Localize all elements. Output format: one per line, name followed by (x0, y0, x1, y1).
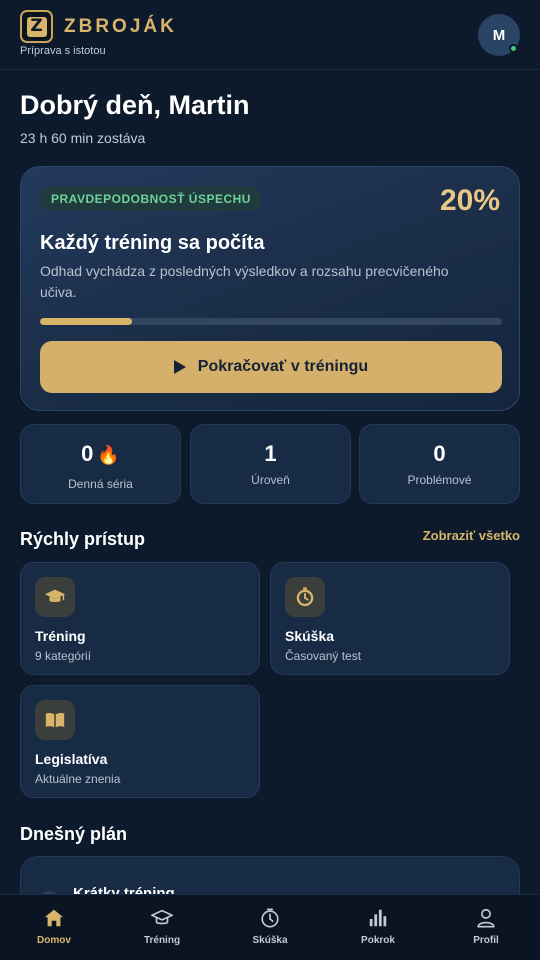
tile-exam-title: Skúška (285, 628, 335, 644)
nav-profile[interactable]: Profil (432, 895, 540, 960)
streak-value: 0 (81, 441, 94, 466)
nav-training-label: Tréning (143, 935, 181, 946)
app-tagline: Príprava s istotou (20, 45, 106, 57)
book-icon (35, 700, 75, 740)
tile-exam-subtitle: Časovaný test (285, 649, 362, 663)
nav-progress[interactable]: Pokrok (324, 895, 432, 960)
play-icon (173, 360, 186, 374)
hero-title: Každý tréning sa počíta (40, 232, 265, 254)
probability-progress-bar (40, 318, 502, 325)
level-value: 1 (264, 441, 277, 466)
graduation-cap-icon (151, 909, 173, 925)
tile-training-title: Tréning (35, 628, 86, 644)
streak-label: Denná séria (68, 477, 133, 491)
level-label: Úroveň (251, 473, 290, 487)
tile-legislation[interactable]: Legislatíva Aktuálne znenia (20, 685, 260, 798)
graduation-cap-icon (35, 577, 75, 617)
probability-percent: 20% (439, 184, 500, 217)
fire-icon: 🔥 (97, 445, 120, 465)
progress-fill (40, 318, 133, 325)
stat-level[interactable]: 1 Úroveň (190, 424, 351, 504)
tile-legislation-subtitle: Aktuálne znenia (35, 772, 121, 786)
stopwatch-icon (261, 908, 279, 928)
app-header: Z ZBROJÁK Príprava s istotou M (0, 0, 540, 70)
continue-training-label: Pokračovať v tréningu (197, 358, 369, 375)
nav-progress-label: Pokrok (361, 935, 395, 946)
logo-letter: Z (26, 16, 47, 37)
stat-problematic[interactable]: 0 Problémové (359, 424, 520, 504)
daily-plan-title: Dnešný plán (20, 824, 128, 844)
bar-chart-icon (369, 909, 387, 927)
time-remaining: 23 h 60 min zostáva (20, 130, 146, 146)
nav-profile-label: Profil (473, 935, 499, 946)
user-icon (477, 908, 495, 928)
see-all-link[interactable]: Zobraziť všetko (423, 528, 520, 543)
tile-training[interactable]: Tréning 9 kategórií (20, 562, 260, 675)
online-status-dot (509, 44, 518, 53)
nav-home-label: Domov (37, 935, 71, 946)
success-probability-card: PRAVDEPODOBNOSŤ ÚSPECHU 20% Každý trénin… (20, 166, 520, 411)
avatar-initial: M (492, 26, 506, 44)
home-icon (44, 909, 64, 927)
hero-description: Odhad vychádza z posledných výsledkov a … (40, 263, 449, 300)
problematic-value: 0 (433, 441, 446, 466)
stopwatch-icon (285, 577, 325, 617)
app-logo[interactable]: Z (20, 10, 53, 43)
nav-exam-label: Skúška (252, 935, 288, 946)
quick-access-title: Rýchly prístup (20, 529, 146, 549)
problematic-label: Problémové (407, 473, 472, 487)
app-name: ZBROJÁK (64, 16, 177, 37)
nav-exam[interactable]: Skúška (216, 895, 324, 960)
nav-training[interactable]: Tréning (108, 895, 216, 960)
tile-training-subtitle: 9 kategórií (35, 649, 92, 663)
greeting-title: Dobrý deň, Martin (20, 90, 250, 120)
stat-daily-streak[interactable]: 0 🔥 Denná séria (20, 424, 181, 504)
continue-training-button[interactable]: Pokračovať v tréningu (40, 341, 502, 393)
tile-exam[interactable]: Skúška Časovaný test (270, 562, 510, 675)
bottom-navigation: Domov Tréning Skúška Pokrok Profil (0, 894, 540, 960)
probability-badge: PRAVDEPODOBNOSŤ ÚSPECHU (40, 186, 262, 211)
nav-home[interactable]: Domov (0, 895, 108, 960)
tile-legislation-title: Legislatíva (35, 751, 108, 767)
